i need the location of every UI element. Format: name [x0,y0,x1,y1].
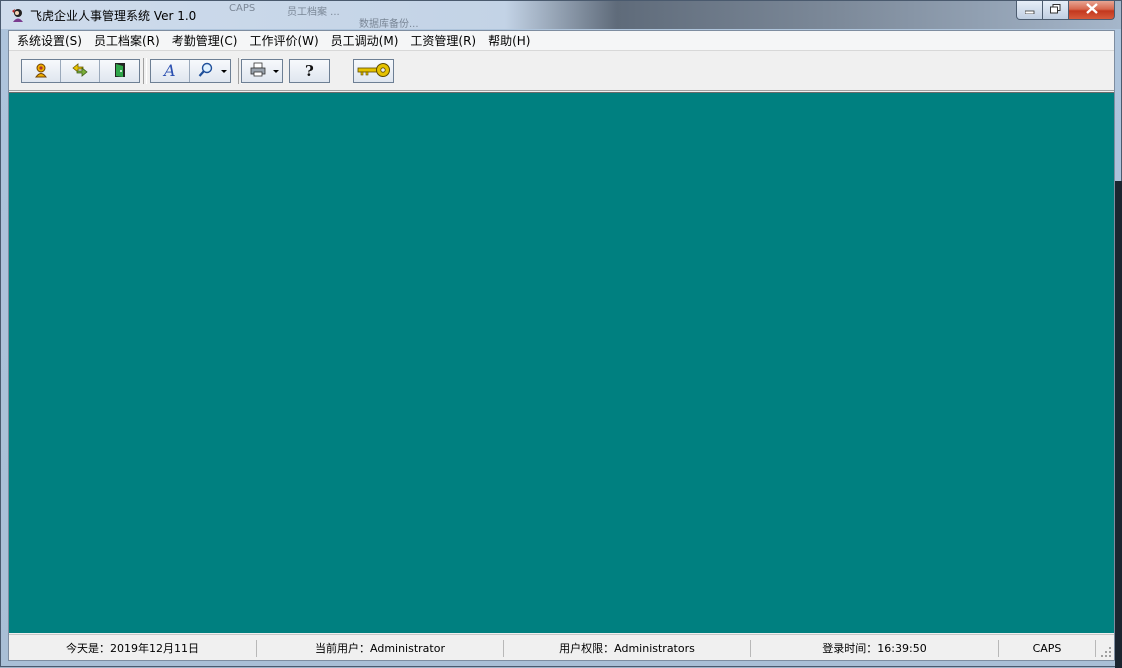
menu-attendance[interactable]: 考勤管理(C) [166,31,244,51]
svg-text:A: A [162,62,176,78]
menu-system-settings[interactable]: 系统设置(S) [11,31,88,51]
background-window-edge [1115,181,1122,668]
status-date: 今天是：2019年12月11日 [66,642,199,655]
toolbar-group-help: ? [289,59,330,83]
search-button[interactable] [190,60,230,82]
search-icon [198,62,214,81]
mdi-workspace[interactable] [9,92,1114,633]
chevron-down-icon [221,70,227,73]
print-button[interactable] [242,60,282,82]
toolbar-separator [143,58,147,84]
menu-employee-records[interactable]: 员工档案(R) [88,31,166,51]
key-button[interactable] [354,60,393,82]
status-caps: CAPS [1032,642,1062,655]
exchange-icon [71,62,89,80]
toolbar-group-print [241,59,283,83]
door-exit-icon [113,62,127,81]
key-icon [357,62,391,81]
status-user-rights: 用户权限：Administrators [559,642,695,655]
background-window-text: 员工档案 ... [287,7,340,18]
menu-bar: 系统设置(S) 员工档案(R) 考勤管理(C) 工作评价(W) 员工调动(M) … [9,31,1114,51]
toolbar-group-login [353,59,394,83]
exchange-button[interactable] [61,60,100,82]
toolbar-group-view: A [150,59,231,83]
font-button[interactable]: A [151,60,190,82]
maximize-icon [1050,3,1061,17]
printer-icon [250,62,266,80]
title-bar[interactable]: 飞虎企业人事管理系统 Ver 1.0 CAPS 员工档案 ... 数据库备份..… [1,1,1121,30]
menu-employee-transfer[interactable]: 员工调动(M) [325,31,405,51]
minimize-button[interactable] [1016,1,1043,20]
background-window-text: 数据库备份... [359,19,419,30]
status-current-user: 当前用户：Administrator [315,642,445,655]
toolbar-group-main [21,59,140,83]
menu-help[interactable]: 帮助(H) [482,31,536,51]
app-window: 飞虎企业人事管理系统 Ver 1.0 CAPS 员工档案 ... 数据库备份..… [0,0,1122,668]
window-title: 飞虎企业人事管理系统 Ver 1.0 [30,9,197,23]
svg-text:?: ? [305,62,314,78]
close-button[interactable] [1069,1,1115,20]
maximize-button[interactable] [1043,1,1069,20]
user-button[interactable] [22,60,61,82]
status-divider [1095,640,1096,657]
menu-work-evaluation[interactable]: 工作评价(W) [243,31,324,51]
help-button[interactable]: ? [290,60,329,82]
menu-payroll[interactable]: 工资管理(R) [404,31,482,51]
app-logo-icon [10,7,26,23]
status-login-time: 登录时间：16:39:50 [822,642,927,655]
help-icon: ? [304,62,316,81]
close-icon [1085,3,1098,17]
font-icon: A [162,61,178,81]
user-icon [33,62,49,81]
minimize-icon [1024,3,1035,17]
chevron-down-icon [273,70,279,73]
client-area: 系统设置(S) 员工档案(R) 考勤管理(C) 工作评价(W) 员工调动(M) … [8,30,1115,661]
background-window-text: CAPS [229,3,256,14]
toolbar: A ? [9,52,1114,91]
status-bar: 今天是：2019年12月11日 当前用户：Administrator 用户权限：… [9,634,1114,660]
exit-button[interactable] [100,60,139,82]
resize-grip-icon[interactable] [1100,646,1112,658]
window-controls [1016,1,1115,21]
